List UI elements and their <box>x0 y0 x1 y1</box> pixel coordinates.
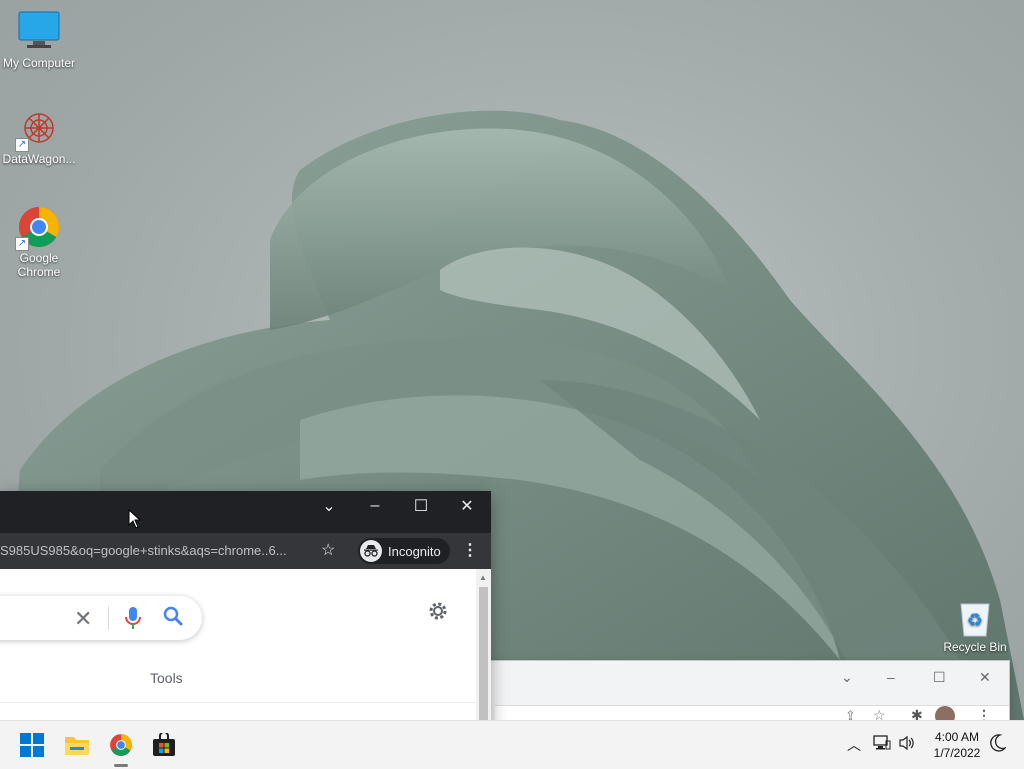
search-icon[interactable] <box>162 605 184 632</box>
window-titlebar[interactable]: ⌄ – ☐ ✕ <box>0 491 491 533</box>
taskbar: ︿ 4:00 AM 1/7/2022 <box>0 720 1024 769</box>
desktop-icon-label: Google Chrome <box>17 251 61 279</box>
desktop-icon-google-chrome[interactable]: ↗ Google Chrome <box>1 205 77 279</box>
monitor-icon <box>17 10 61 54</box>
minimize-icon[interactable]: – <box>887 669 895 685</box>
chrome-taskbar-icon[interactable] <box>105 729 137 761</box>
address-bar[interactable]: S985US985&oq=google+stinks&aqs=chrome..6… <box>0 541 310 561</box>
active-app-indicator <box>114 764 128 767</box>
incognito-label: Incognito <box>388 543 441 559</box>
clock-date: 1/7/2022 <box>933 746 981 760</box>
browser-toolbar: S985US985&oq=google+stinks&aqs=chrome..6… <box>0 533 491 569</box>
maximize-button[interactable]: ☐ <box>398 491 444 521</box>
datawagon-app-icon: ↗ <box>15 106 61 152</box>
vertical-scrollbar[interactable]: ▲ <box>476 569 491 731</box>
tab-search-chevron-icon[interactable]: ⌄ <box>306 491 352 521</box>
svg-text:♻: ♻ <box>967 610 983 631</box>
windows-start-icon[interactable] <box>16 729 48 761</box>
chevron-up-icon[interactable]: ︿ <box>847 735 861 755</box>
search-divider <box>108 606 109 630</box>
menu-kebab-icon[interactable]: ⋮ <box>462 540 478 560</box>
minimize-button[interactable]: – <box>352 491 398 521</box>
desktop-icon-recycle-bin[interactable]: ♻ Recycle Bin <box>937 600 1013 654</box>
incognito-icon <box>360 540 382 562</box>
desktop-icon-label: DataWagon... <box>2 152 76 166</box>
chevron-down-icon[interactable]: ⌄ <box>841 669 853 686</box>
volume-icon[interactable] <box>899 735 915 754</box>
maximize-icon[interactable]: ☐ <box>933 669 946 686</box>
desktop-icon-label: Recycle Bin <box>943 640 1007 654</box>
bookmark-star-icon[interactable]: ☆ <box>321 540 335 560</box>
incognito-badge[interactable]: Incognito <box>358 538 450 564</box>
shortcut-arrow-icon: ↗ <box>15 138 29 152</box>
recycle-bin-icon: ♻ <box>957 600 993 638</box>
scroll-up-arrow-icon[interactable]: ▲ <box>479 573 487 582</box>
focus-assist-moon-icon[interactable] <box>990 734 1008 755</box>
desktop-icon-datawagon[interactable]: ↗ DataWagon... <box>1 106 77 166</box>
mouse-cursor-icon <box>128 509 142 529</box>
microsoft-store-icon[interactable] <box>148 729 180 761</box>
close-icon[interactable]: ✕ <box>979 669 991 686</box>
tools-tab[interactable]: Tools <box>150 670 183 686</box>
chrome-incognito-window[interactable]: ⌄ – ☐ ✕ S985US985&oq=google+stinks&aqs=c… <box>0 491 491 731</box>
shortcut-arrow-icon: ↗ <box>15 237 29 251</box>
settings-gear-icon[interactable] <box>426 599 450 628</box>
clock-time: 4:00 AM <box>934 730 980 744</box>
desktop-icon-my-computer[interactable]: My Computer <box>1 10 77 70</box>
file-explorer-icon[interactable] <box>61 729 93 761</box>
search-input[interactable]: ✕ <box>0 596 202 640</box>
scrollbar-thumb[interactable] <box>479 587 488 731</box>
network-icon[interactable] <box>873 735 891 754</box>
desktop-icon-label: My Computer <box>2 56 76 70</box>
microphone-icon[interactable] <box>124 606 142 635</box>
chrome-icon: ↗ <box>15 205 61 251</box>
page-content: ✕ Tools <box>0 569 476 731</box>
system-clock[interactable]: 4:00 AM 1/7/2022 <box>928 729 986 761</box>
clear-search-icon[interactable]: ✕ <box>74 606 92 632</box>
divider <box>0 702 476 703</box>
close-button[interactable]: ✕ <box>444 491 490 521</box>
